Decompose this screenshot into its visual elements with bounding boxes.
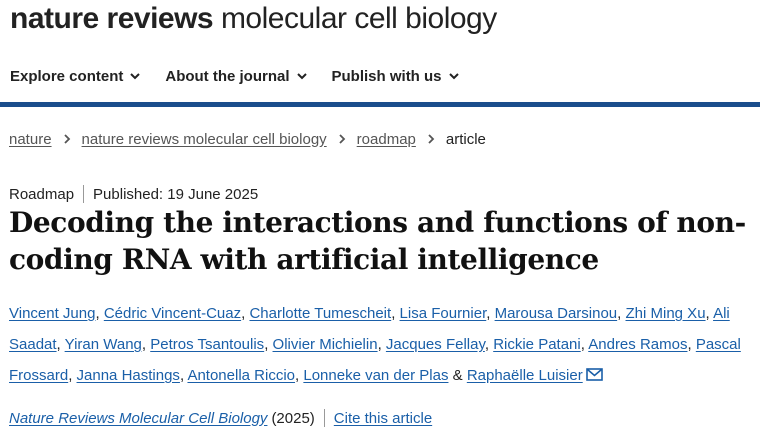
author-link[interactable]: Charlotte Tumescheit [249,305,391,322]
author-link[interactable]: Petros Tsantoulis [150,336,264,353]
chevron-right-icon [428,134,435,144]
main-nav: Explore content About the journal Publis… [0,54,760,98]
author-link[interactable]: Janna Hastings [77,367,180,384]
site-logo[interactable]: nature reviews molecular cell biology [10,2,497,38]
nav-divider [0,102,760,107]
author-separator: , [95,305,104,322]
author-separator: , [705,305,714,322]
author-separator: , [617,305,626,322]
journal-link[interactable]: Nature Reviews Molecular Cell Biology [9,410,267,427]
author-link[interactable]: Marousa Darsinou [495,305,618,322]
author-separator: , [687,336,696,353]
author-separator: , [391,305,400,322]
chevron-down-icon [130,73,141,80]
author-link[interactable]: Zhi Ming Xu [626,305,706,322]
chevron-down-icon [448,73,459,80]
author-separator: , [486,305,495,322]
article-title: Decoding the interactions and functions … [9,206,746,276]
author-link[interactable]: Jacques Fellay [386,336,485,353]
nav-about-journal[interactable]: About the journal [165,68,307,85]
author-separator: , [377,336,386,353]
nav-label: Publish with us [331,67,442,85]
author-separator: , [56,336,65,353]
chevron-right-icon [339,134,345,144]
article-type: Roadmap [9,185,75,203]
author-separator: , [141,336,151,353]
nav-label: About the journal [165,67,290,85]
logo-brand-bold: nature reviews [10,2,214,35]
author-link[interactable]: Yiran Wang [65,336,142,353]
author-link[interactable]: Vincent Jung [9,305,95,322]
article-meta: Roadmap Published: 19 June 2025 [9,184,258,204]
author-separator: , [68,367,77,384]
breadcrumb-current: article [445,130,486,148]
author-link[interactable]: Lisa Fournier [400,305,487,322]
cite-article-link[interactable]: Cite this article [334,410,432,427]
citation-line: Nature Reviews Molecular Cell Biology (2… [9,408,432,428]
breadcrumb-roadmap[interactable]: roadmap [357,131,416,148]
publish-date: Published: 19 June 2025 [93,185,259,203]
author-link[interactable]: Rickie Patani [493,336,581,353]
nav-label: Explore content [10,67,124,85]
breadcrumb: nature nature reviews molecular cell bio… [9,129,486,149]
author-link[interactable]: Olivier Michielin [273,336,378,353]
chevron-right-icon [63,134,70,144]
publication-year: (2025) [271,409,315,427]
breadcrumb-nature[interactable]: nature [9,131,52,148]
logo-brand-light: molecular cell biology [213,2,497,35]
author-separator: , [484,336,494,353]
nav-explore-content[interactable]: Explore content [10,68,141,85]
author-link[interactable]: Antonella Riccio [187,367,295,384]
chevron-down-icon [296,73,307,80]
mail-icon[interactable] [585,368,603,381]
author-link[interactable]: Raphaëlle Luisier [467,367,583,384]
author-separator: , [264,336,273,353]
author-link[interactable]: Lonneke van der Plas [303,367,448,384]
meta-divider [83,185,85,203]
author-link[interactable]: Cédric Vincent-Cuaz [104,305,241,322]
author-separator: & [448,367,467,384]
author-link[interactable]: Andres Ramos [588,336,687,353]
breadcrumb-journal[interactable]: nature reviews molecular cell biology [82,131,327,148]
author-list: Vincent Jung, Cédric Vincent-Cuaz, Charl… [9,298,754,391]
nav-publish-with-us[interactable]: Publish with us [332,68,460,85]
citation-divider [323,409,325,427]
